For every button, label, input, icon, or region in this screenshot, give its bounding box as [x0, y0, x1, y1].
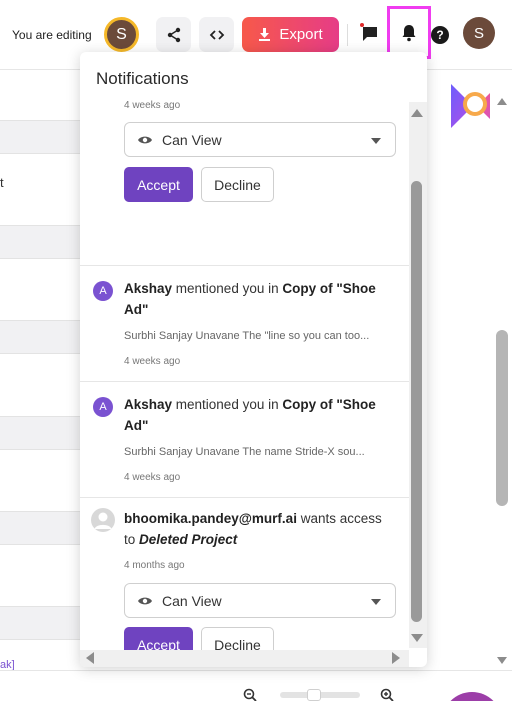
- avatar-initial: A: [99, 285, 107, 297]
- eye-icon: [138, 597, 152, 604]
- notifications-panel: Notifications 4 weeks ago Can View Accep…: [80, 52, 427, 667]
- notification-time: 4 weeks ago: [124, 472, 181, 483]
- scroll-up-arrow[interactable]: [411, 109, 423, 117]
- notification-item[interactable]: A Akshay mentioned you in Copy of "Shoe …: [80, 266, 409, 382]
- notification-time: 4 weeks ago: [124, 356, 181, 367]
- notification-snippet: Surbhi Sanjay Unavane The "line so you c…: [124, 330, 370, 342]
- chat-icon[interactable]: [360, 24, 380, 44]
- decline-button[interactable]: Decline: [201, 167, 274, 202]
- toolbar-divider: [347, 24, 348, 46]
- notification-snippet: Surbhi Sanjay Unavane The name Stride-X …: [124, 446, 365, 458]
- editor-row-divider: [0, 606, 80, 640]
- notification-time: 4 weeks ago: [124, 100, 181, 111]
- accept-label: Accept: [137, 176, 180, 193]
- embed-code-button[interactable]: [199, 17, 234, 52]
- editor-row-divider: [0, 120, 80, 154]
- chevron-down-icon: [371, 138, 381, 144]
- decline-label: Decline: [214, 176, 261, 193]
- notification-actor: Akshay: [124, 397, 173, 412]
- notification-target: Deleted Project: [139, 532, 238, 547]
- avatar-initial: A: [99, 401, 107, 413]
- user-avatar[interactable]: S: [463, 17, 495, 49]
- download-icon: [259, 28, 271, 41]
- notification-time: 4 months ago: [124, 560, 185, 571]
- notification-message: Akshay mentioned you in Copy of "Shoe Ad…: [124, 278, 396, 320]
- chevron-down-icon: [371, 599, 381, 605]
- export-label: Export: [279, 26, 323, 43]
- notifications-list[interactable]: 4 weeks ago Can View Accept Decline A Ak…: [80, 98, 409, 650]
- help-glyph: ?: [436, 28, 444, 42]
- decline-button[interactable]: Decline: [201, 627, 274, 650]
- notification-message: Akshay mentioned you in Copy of "Shoe Ad…: [124, 394, 396, 436]
- notification-item: bhoomika.pandey@murf.ai wants access to …: [80, 498, 409, 650]
- share-icon: [167, 27, 180, 42]
- editor-scroll-thumb[interactable]: [496, 330, 508, 506]
- decline-label: Decline: [214, 636, 261, 651]
- permission-select[interactable]: Can View: [124, 583, 396, 618]
- share-button[interactable]: [156, 17, 191, 52]
- horizontal-scrollbar[interactable]: [80, 650, 409, 667]
- notification-action: mentioned you in: [172, 281, 283, 296]
- notification-actor: Akshay: [124, 281, 173, 296]
- notification-item[interactable]: A Akshay mentioned you in Copy of "Shoe …: [80, 382, 409, 498]
- notification-action: mentioned you in: [172, 397, 283, 412]
- export-button[interactable]: Export: [242, 17, 339, 52]
- editing-label: You are editing: [12, 28, 92, 42]
- avatar: A: [93, 397, 113, 417]
- permission-value: Can View: [162, 131, 222, 148]
- editor-row-divider: [0, 320, 80, 354]
- editing-user-avatar[interactable]: S: [104, 17, 139, 52]
- editor-scroll-up-arrow[interactable]: [497, 98, 507, 105]
- scroll-thumb[interactable]: [411, 181, 422, 622]
- permission-select[interactable]: Can View: [124, 122, 396, 157]
- editor-row-divider: [0, 416, 80, 450]
- code-icon: [209, 29, 224, 40]
- user-placeholder-icon: [94, 512, 112, 529]
- notification-item: 4 weeks ago Can View Accept Decline: [80, 98, 409, 266]
- editing-avatar-initial: S: [116, 25, 127, 43]
- avatar: A: [93, 281, 113, 301]
- help-icon[interactable]: ?: [431, 26, 449, 44]
- accept-button[interactable]: Accept: [124, 167, 193, 202]
- notification-actor: bhoomika.pandey@murf.ai: [124, 511, 297, 526]
- scroll-right-arrow[interactable]: [392, 652, 400, 664]
- unread-dot: [360, 23, 364, 27]
- notifications-title: Notifications: [96, 69, 189, 88]
- zoom-out-icon[interactable]: [243, 688, 257, 701]
- avatar: [91, 508, 115, 532]
- editor-scroll-down-arrow[interactable]: [497, 657, 507, 664]
- scroll-down-arrow[interactable]: [411, 634, 423, 642]
- zoom-in-icon[interactable]: [380, 688, 394, 701]
- permission-value: Can View: [162, 592, 222, 609]
- zoom-slider-handle[interactable]: [307, 689, 321, 701]
- accept-button[interactable]: Accept: [124, 627, 193, 650]
- accept-label: Accept: [137, 636, 180, 651]
- editor-row-text: t: [0, 175, 4, 190]
- editor-row-divider: [0, 225, 80, 259]
- scroll-left-arrow[interactable]: [86, 652, 94, 664]
- notification-message: bhoomika.pandey@murf.ai wants access to …: [124, 508, 396, 550]
- editor-row-divider: [0, 511, 80, 545]
- eye-icon: [138, 136, 152, 143]
- bell-icon: [402, 24, 416, 41]
- user-avatar-initial: S: [473, 24, 484, 42]
